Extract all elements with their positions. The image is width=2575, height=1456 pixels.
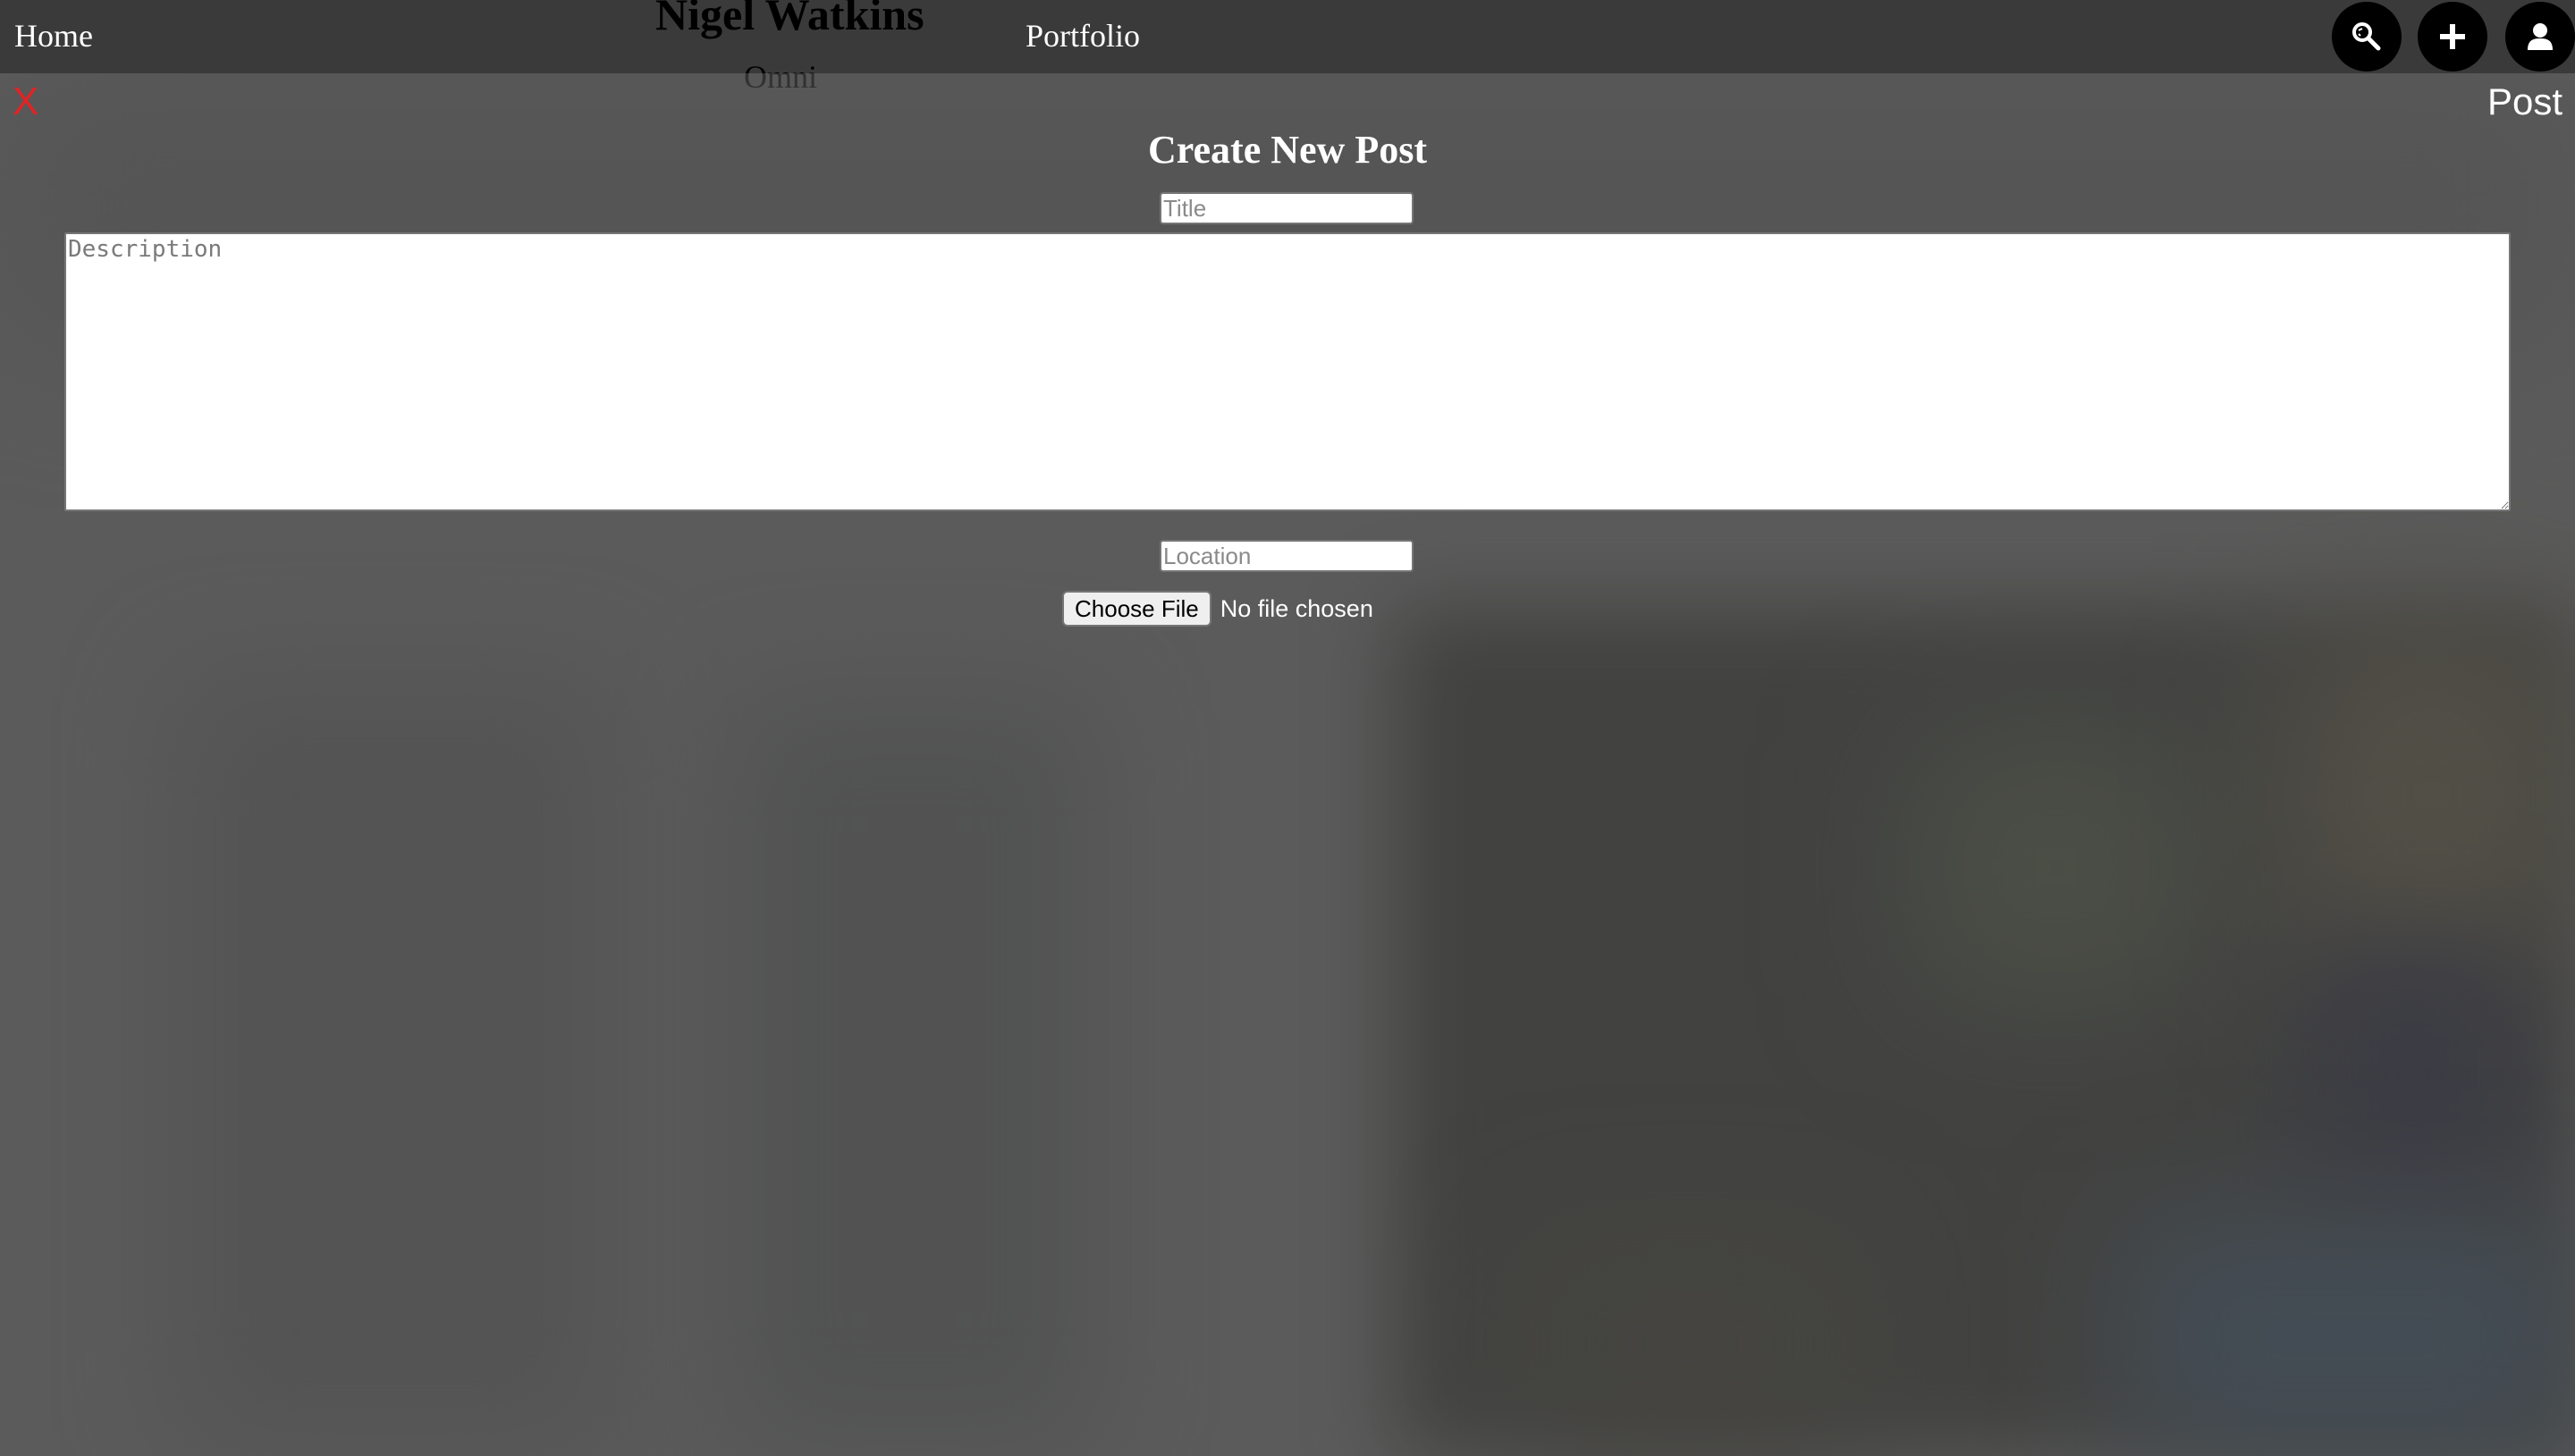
description-textarea[interactable]: [64, 232, 2511, 511]
create-post-modal: X Post Create New Post Choose File No fi…: [0, 73, 2575, 1456]
nav-home-link[interactable]: Home: [14, 16, 93, 55]
user-icon: [2526, 22, 2554, 51]
file-upload: Choose File No file chosen: [1062, 590, 1373, 627]
modal-title: Create New Post: [1148, 128, 1427, 172]
top-navbar: Home Nigel Watkins Omni Portfolio: [0, 0, 2575, 95]
add-post-button[interactable]: [2418, 2, 2487, 72]
close-button[interactable]: X: [13, 79, 38, 125]
search-button[interactable]: [2332, 2, 2402, 72]
profile-button[interactable]: [2505, 2, 2575, 72]
search-icon: [2351, 21, 2383, 53]
site-name: Nigel Watkins: [655, 0, 924, 39]
choose-file-button[interactable]: Choose File: [1062, 591, 1212, 627]
post-button[interactable]: Post: [2487, 79, 2562, 125]
page: Home Nigel Watkins Omni Portfolio: [0, 0, 2575, 1456]
file-status-text: No file chosen: [1220, 595, 1373, 622]
location-input[interactable]: [1160, 540, 1414, 572]
title-input[interactable]: [1160, 192, 1414, 224]
plus-icon: [2438, 22, 2467, 51]
nav-portfolio-link[interactable]: Portfolio: [1026, 16, 1140, 55]
